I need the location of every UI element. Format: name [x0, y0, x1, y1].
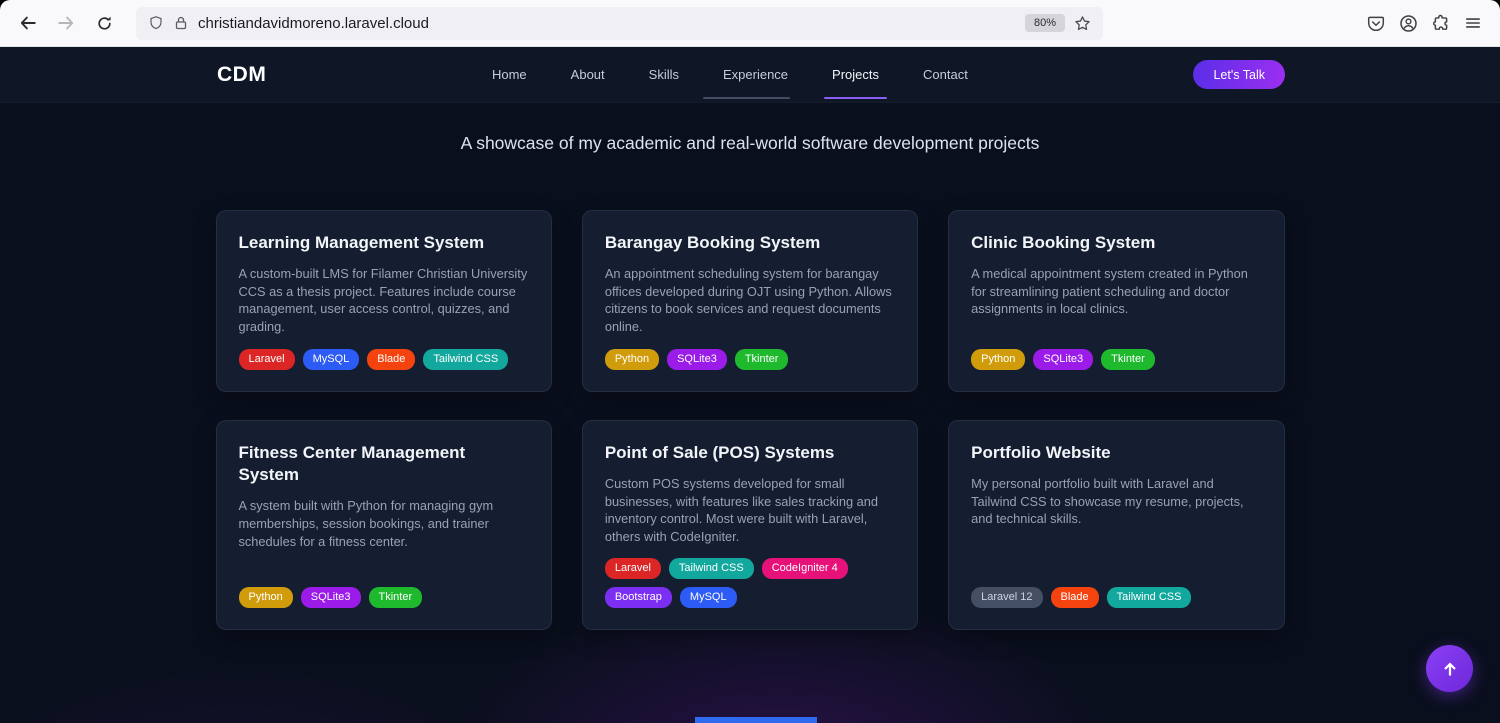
extensions-icon[interactable]: [1432, 14, 1450, 32]
nav-item-home[interactable]: Home: [492, 61, 527, 88]
project-description: My personal portfolio built with Laravel…: [971, 475, 1261, 528]
project-description: A custom-built LMS for Filamer Christian…: [239, 265, 529, 336]
project-title: Portfolio Website: [971, 442, 1261, 464]
project-description: A system built with Python for managing …: [239, 497, 529, 550]
tech-tag: SQLite3: [667, 349, 727, 370]
project-description: Custom POS systems developed for small b…: [605, 475, 895, 546]
tag-list: Laravel Tailwind CSS CodeIgniter 4 Bootstra…: [605, 558, 895, 608]
tech-tag: Laravel: [239, 349, 295, 370]
tech-tag: Blade: [1051, 587, 1099, 608]
browser-toolbar: christiandavidmoreno.laravel.cloud 80%: [0, 0, 1500, 47]
nav-item-contact[interactable]: Contact: [923, 61, 968, 88]
tech-tag: MySQL: [680, 587, 737, 608]
arrow-up-icon: [1440, 659, 1460, 679]
site-navbar: CDM Home About Skills Experience Projects Con…: [0, 47, 1500, 103]
tech-tag: Python: [971, 349, 1025, 370]
tech-tag: Laravel 12: [971, 587, 1042, 608]
project-title: Fitness Center Management System: [239, 442, 529, 486]
tech-tag: Tkinter: [1101, 349, 1155, 370]
project-card: Portfolio Website My personal portfolio b…: [948, 420, 1284, 630]
tag-list: Python SQLite3 Tkinter: [239, 587, 529, 608]
nav-links: Home About Skills Experience Projects Contact: [492, 61, 968, 88]
pocket-save-icon[interactable]: [1367, 14, 1385, 32]
tech-tag: Tkinter: [369, 587, 423, 608]
page-body: CDM Home About Skills Experience Projects Con…: [0, 47, 1500, 723]
tech-tag: Tailwind CSS: [669, 558, 754, 579]
bookmark-star-icon[interactable]: [1074, 15, 1091, 32]
tech-tag: Laravel: [605, 558, 661, 579]
account-icon[interactable]: [1399, 14, 1418, 33]
zoom-badge[interactable]: 80%: [1025, 14, 1065, 32]
forward-button[interactable]: [50, 7, 82, 39]
nav-item-skills[interactable]: Skills: [649, 61, 679, 88]
tech-tag: CodeIgniter 4: [762, 558, 848, 579]
address-bar[interactable]: christiandavidmoreno.laravel.cloud 80%: [136, 7, 1103, 40]
project-card: Barangay Booking System An appointment sc…: [582, 210, 918, 392]
toolbar-right-icons: [1367, 14, 1488, 33]
menu-icon[interactable]: [1464, 14, 1482, 32]
tag-list: Python SQLite3 Tkinter: [971, 349, 1261, 370]
tech-tag: Blade: [367, 349, 415, 370]
scroll-to-top-button[interactable]: [1426, 645, 1473, 692]
tag-list: Laravel 12 Blade Tailwind CSS: [971, 587, 1261, 608]
browser-chrome: christiandavidmoreno.laravel.cloud 80%: [0, 0, 1500, 47]
tech-tag: SQLite3: [301, 587, 361, 608]
project-card: Learning Management System A custom-built…: [216, 210, 552, 392]
lets-talk-button[interactable]: Let's Talk: [1193, 60, 1285, 89]
project-card: Clinic Booking System A medical appointme…: [948, 210, 1284, 392]
back-button[interactable]: [12, 7, 44, 39]
project-card: Fitness Center Management System A system…: [216, 420, 552, 630]
tag-list: Python SQLite3 Tkinter: [605, 349, 895, 370]
project-title: Point of Sale (POS) Systems: [605, 442, 895, 464]
project-title: Clinic Booking System: [971, 232, 1261, 254]
tech-tag: Bootstrap: [605, 587, 672, 608]
tech-tag: SQLite3: [1033, 349, 1093, 370]
projects-grid: Learning Management System A custom-built…: [216, 210, 1285, 630]
tech-tag: Tailwind CSS: [1107, 587, 1192, 608]
page-subtitle: A showcase of my academic and real-world…: [0, 133, 1500, 154]
nav-item-experience[interactable]: Experience: [723, 61, 788, 88]
tech-tag: Python: [605, 349, 659, 370]
site-logo[interactable]: CDM: [217, 63, 266, 87]
shield-icon[interactable]: [148, 15, 164, 31]
bottom-blue-bar: [695, 717, 817, 723]
url-text[interactable]: christiandavidmoreno.laravel.cloud: [198, 15, 429, 32]
lock-icon[interactable]: [173, 15, 189, 31]
project-title: Barangay Booking System: [605, 232, 895, 254]
nav-item-projects[interactable]: Projects: [832, 61, 879, 88]
nav-item-about[interactable]: About: [571, 61, 605, 88]
tech-tag: Tailwind CSS: [423, 349, 508, 370]
project-description: A medical appointment system created in …: [971, 265, 1261, 318]
project-title: Learning Management System: [239, 232, 529, 254]
project-card: Point of Sale (POS) Systems Custom POS sy…: [582, 420, 918, 630]
tech-tag: Python: [239, 587, 293, 608]
tech-tag: MySQL: [303, 349, 360, 370]
project-description: An appointment scheduling system for bar…: [605, 265, 895, 336]
tech-tag: Tkinter: [735, 349, 789, 370]
tag-list: Laravel MySQL Blade Tailwind CSS: [239, 349, 529, 370]
reload-button[interactable]: [88, 7, 120, 39]
